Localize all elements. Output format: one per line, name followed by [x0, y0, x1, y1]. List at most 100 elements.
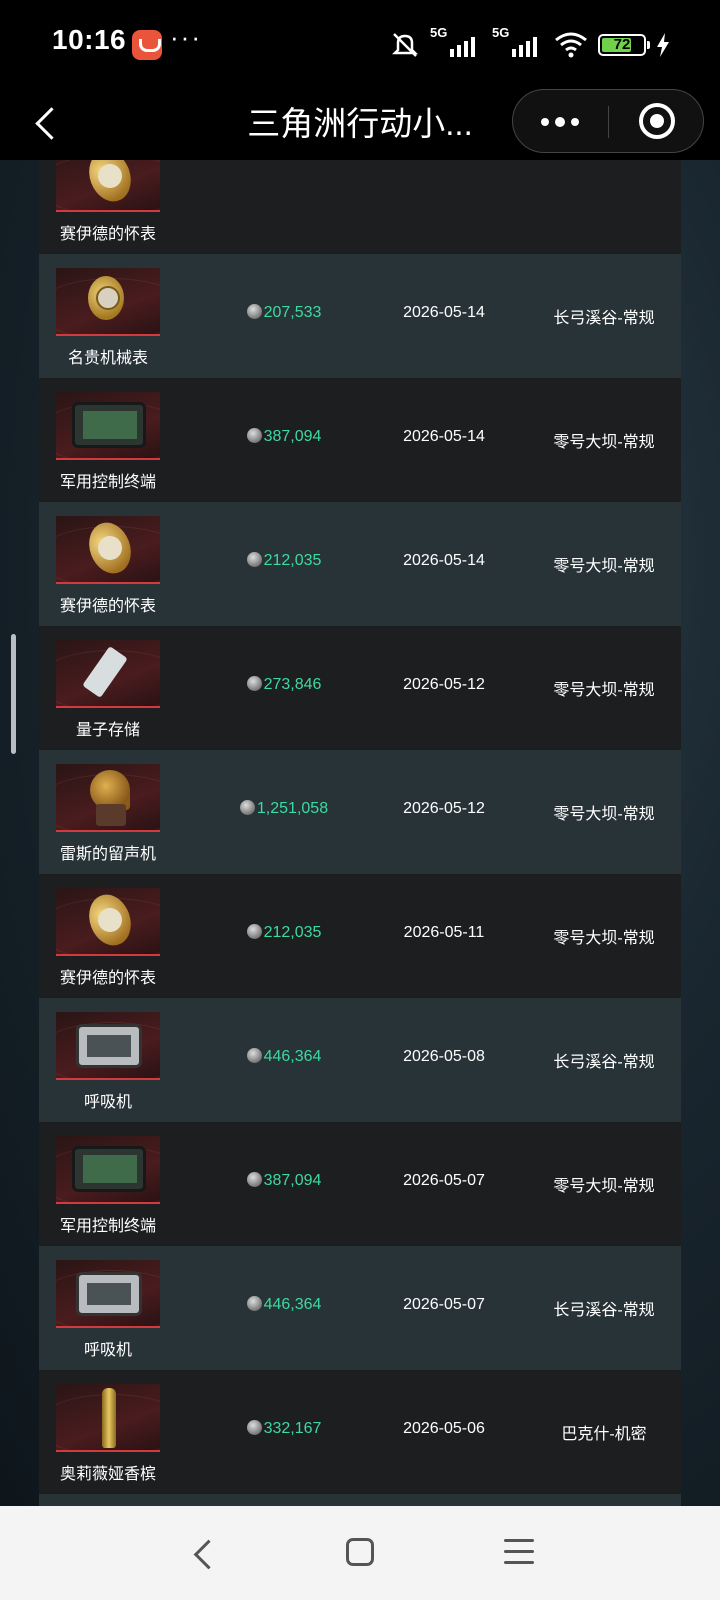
item-price-value: 387,094 [263, 1172, 322, 1189]
item-thumbnail [56, 1260, 160, 1328]
item-price-value: 1,251,058 [256, 800, 329, 817]
record-map-mode: 零号大坝-常规 [553, 930, 655, 947]
item-price-value: 332,167 [263, 1420, 322, 1437]
record-row[interactable]: 赛伊德的怀表 212,035 2026-05-14 零号大坝-常规 [39, 502, 681, 626]
record-date: 2026-05-14 [403, 552, 485, 569]
item-name: 呼吸机 [83, 1342, 132, 1359]
pocketwatch-icon [82, 516, 138, 580]
respirator-icon [76, 1024, 142, 1068]
record-row[interactable]: 军用控制终端 387,094 2026-05-07 零号大坝-常规 [39, 1122, 681, 1246]
record-row[interactable]: 呼吸机 446,364 2026-05-08 长弓溪谷-常规 [39, 998, 681, 1122]
nav-home-button[interactable] [346, 1538, 374, 1566]
record-date: 2026-05-11 [403, 924, 485, 941]
battery-level: 72 [613, 36, 631, 53]
record-row[interactable]: 雷斯的留声机 1,251,058 2026-05-12 零号大坝-常规 [39, 750, 681, 874]
record-map-mode: 巴克什-机密 [561, 1426, 647, 1443]
item-name: 呼吸机 [83, 1094, 132, 1111]
item-thumbnail [56, 1136, 160, 1204]
item-thumbnail [56, 1012, 160, 1080]
item-price: 332,167 [229, 1420, 339, 1438]
item-price: 212,035 [229, 552, 339, 570]
item-price-value: 446,364 [263, 1296, 322, 1313]
record-map-mode: 长弓溪谷-常规 [553, 310, 655, 327]
system-nav-bar [0, 1506, 720, 1600]
item-price-value: 212,035 [263, 552, 322, 569]
item-name: 奥莉薇娅香槟 [59, 1466, 156, 1483]
gramophone-icon [90, 770, 130, 826]
record-map-mode: 长弓溪谷-常规 [553, 1054, 655, 1071]
coin-icon [246, 1048, 262, 1063]
record-map-mode: 零号大坝-常规 [553, 1178, 655, 1195]
record-row[interactable]: 军用控制终端 387,094 2026-05-14 零号大坝-常规 [39, 378, 681, 502]
back-button[interactable] [22, 96, 78, 152]
respirator-icon [76, 1272, 142, 1316]
record-row[interactable]: 赛伊德的怀表 [39, 160, 681, 254]
coin-icon [246, 304, 262, 319]
record-map-mode: 长弓溪谷-常规 [553, 1302, 655, 1319]
coin-icon [239, 800, 255, 815]
mini-program-capsule [512, 89, 704, 153]
item-price: 446,364 [229, 1296, 339, 1314]
record-date: 2026-05-14 [403, 428, 485, 445]
signal-5g-icon: 5G [492, 25, 544, 59]
record-date: 2026-05-07 [403, 1296, 485, 1313]
record-row[interactable]: 呼吸机 446,364 2026-05-07 长弓溪谷-常规 [39, 1246, 681, 1370]
record-date: 2026-05-08 [403, 1048, 485, 1065]
item-thumbnail [56, 160, 160, 212]
item-price: 387,094 [229, 1172, 339, 1190]
more-notifications-icon: ··· [170, 22, 202, 52]
target-close-icon [639, 103, 675, 139]
record-list: 赛伊德的怀表 名贵机械表 207,533 2026-05-14 长弓溪谷-常规 军用控制终… [39, 160, 681, 1506]
record-map-mode: 零号大坝-常规 [553, 806, 655, 823]
nav-back-button[interactable] [192, 1542, 216, 1566]
record-map-mode: 零号大坝-常规 [553, 434, 655, 451]
status-time: 10:16 [52, 24, 127, 55]
scroll-indicator[interactable] [11, 634, 16, 754]
item-name: 赛伊德的怀表 [59, 598, 156, 615]
nav-recents-button[interactable] [504, 1539, 534, 1564]
record-list-area[interactable]: 赛伊德的怀表 名贵机械表 207,533 2026-05-14 长弓溪谷-常规 军用控制终… [0, 160, 720, 1506]
item-thumbnail [56, 392, 160, 460]
item-price-value: 207,533 [263, 304, 322, 321]
item-thumbnail [56, 888, 160, 956]
record-row[interactable]: 奥莉薇娅香槟 332,167 2026-05-06 巴克什-机密 [39, 1370, 681, 1494]
record-date: 2026-05-07 [403, 1172, 485, 1189]
champagne-icon [102, 1388, 116, 1448]
terminal-icon [72, 1146, 146, 1192]
item-price: 1,251,058 [229, 800, 339, 818]
item-thumbnail [56, 640, 160, 708]
record-row[interactable]: 赛伊德的怀表 212,035 2026-05-11 零号大坝-常规 [39, 874, 681, 998]
coin-icon [246, 924, 262, 939]
item-name: 雷斯的留声机 [59, 846, 156, 863]
mute-bell-icon [391, 33, 419, 57]
close-button[interactable] [609, 90, 705, 154]
coin-icon [246, 676, 262, 691]
item-name: 赛伊德的怀表 [59, 970, 156, 987]
mini-program-title-bar: 三角洲行动小... [0, 88, 720, 160]
item-thumbnail [56, 764, 160, 832]
record-date: 2026-05-12 [403, 676, 485, 693]
item-price-value: 387,094 [263, 428, 322, 445]
coin-icon [246, 1420, 262, 1435]
more-dots-icon [541, 117, 581, 127]
item-price: 212,035 [229, 924, 339, 942]
item-name: 军用控制终端 [59, 1218, 156, 1235]
coin-icon [246, 1172, 262, 1187]
item-name: 名贵机械表 [67, 350, 148, 367]
item-thumbnail [56, 1384, 160, 1452]
status-indicators: 5G 5G 72 [390, 25, 670, 62]
signal-5g-icon: 5G [430, 25, 482, 59]
coin-icon [246, 1296, 262, 1311]
record-row[interactable] [39, 1494, 681, 1506]
record-date: 2026-05-14 [403, 304, 485, 321]
record-date: 2026-05-12 [403, 800, 485, 817]
page-title: 三角洲行动小... [247, 105, 473, 142]
item-thumbnail [56, 516, 160, 584]
record-row[interactable]: 量子存储 273,846 2026-05-12 零号大坝-常规 [39, 626, 681, 750]
more-button[interactable] [513, 90, 608, 154]
wifi-icon [555, 32, 587, 58]
record-row[interactable]: 名贵机械表 207,533 2026-05-14 长弓溪谷-常规 [39, 254, 681, 378]
app-notification-icon [132, 30, 162, 60]
coin-icon [246, 428, 262, 443]
status-bar: 10:16 ··· 5G 5G 72 [0, 0, 720, 88]
